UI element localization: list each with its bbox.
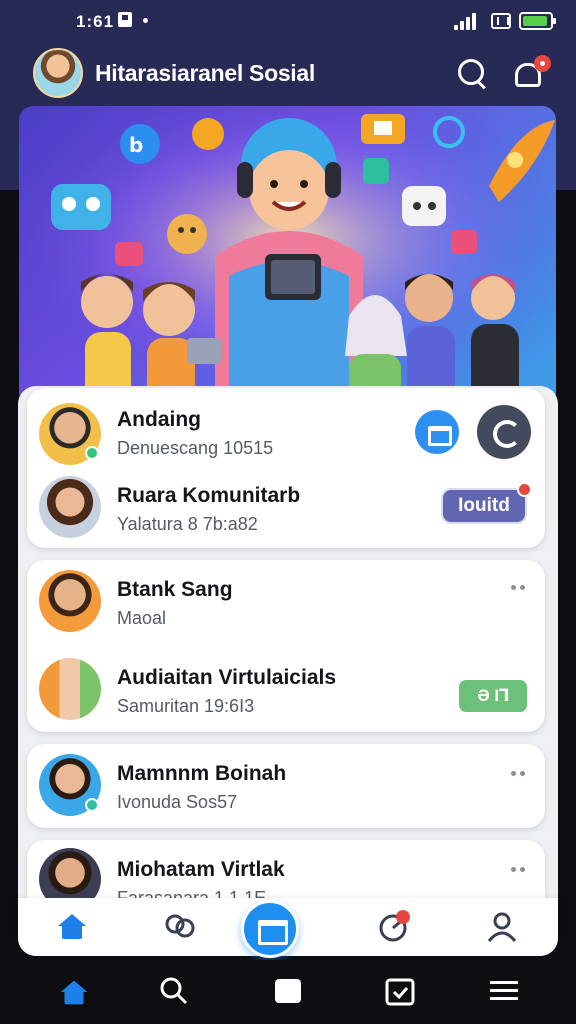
contact-name: Mamnnm Boinah — [117, 762, 287, 785]
nav-calendar-icon[interactable] — [384, 976, 416, 1006]
status-time: 1:61 — [76, 12, 115, 31]
gauge-icon[interactable] — [376, 910, 412, 944]
more-icon[interactable] — [509, 770, 529, 778]
more-icon[interactable] — [509, 584, 529, 592]
community-tag[interactable]: Ә I⅂ — [459, 680, 527, 712]
contact-name: Btank Sang — [117, 578, 233, 601]
bell-icon[interactable] — [511, 55, 551, 91]
list-card-group-1: Andaing Denuescang 10515 Ruara Komunitar… — [27, 388, 545, 548]
hero-illustration: b — [19, 106, 556, 406]
back-icon[interactable] — [477, 405, 531, 459]
list-item[interactable]: Miohatam Virtlak Farasanara 1 1 1E — [27, 844, 545, 898]
list-item[interactable]: Audiaitan Virtulaicials Samuritan 19:6I3… — [27, 654, 545, 734]
list-item[interactable]: Mamnnm Boinah Ivonuda Sos57 — [27, 746, 545, 826]
signal-icon — [454, 13, 480, 30]
search-icon[interactable] — [456, 57, 490, 91]
nfc-icon — [491, 13, 511, 29]
nav-menu-icon[interactable] — [488, 976, 520, 1006]
contact-subtitle: Yalatura 8 7b:a82 — [117, 514, 258, 534]
contact-subtitle: Farasanara 1 1 1E — [117, 888, 267, 898]
list-item[interactable]: Btank Sang Maoal — [27, 564, 545, 644]
bell-badge — [534, 55, 551, 72]
avatar — [39, 570, 101, 632]
list-card-group-3: Mamnnm Boinah Ivonuda Sos57 — [27, 744, 545, 828]
people-icon[interactable] — [162, 910, 198, 944]
profile-icon[interactable] — [484, 910, 520, 944]
sim-icon — [118, 12, 132, 27]
avatar — [39, 476, 101, 538]
home-icon[interactable] — [54, 910, 90, 944]
app-title: Hitarasiaranel Sosial — [95, 60, 315, 86]
list-card-group-2: Btank Sang Maoal Audiaitan Virtulaicials… — [27, 560, 545, 732]
nav-search-icon[interactable] — [158, 976, 190, 1006]
contact-name: Audiaitan Virtulaicials — [117, 666, 337, 689]
status-bar: 1:61 — [0, 0, 576, 40]
chat-icon[interactable] — [241, 900, 299, 958]
contact-name: Andaing — [117, 408, 201, 431]
battery-icon — [519, 12, 556, 30]
avatar — [39, 848, 101, 898]
contact-subtitle: Denuescang 10515 — [117, 438, 274, 458]
online-status-dot — [85, 798, 99, 812]
online-status-dot — [85, 446, 99, 460]
user-avatar[interactable] — [33, 48, 83, 98]
more-icon[interactable] — [509, 866, 529, 874]
list-item[interactable]: Ruara Komunitarb Yalatura 8 7b:a82 Iouit… — [27, 472, 545, 552]
svg-text:b: b — [129, 133, 143, 157]
contact-subtitle: Maoal — [117, 608, 167, 628]
nav-home-icon[interactable] — [56, 976, 88, 1006]
list-card-group-4: Miohatam Virtlak Farasanara 1 1 1E — [27, 840, 545, 898]
join-badge — [517, 482, 532, 497]
nav-square-icon[interactable] — [272, 976, 304, 1006]
avatar — [39, 658, 101, 720]
contact-subtitle: Samuritan 19:6I3 — [117, 696, 255, 716]
notification-dot-icon — [143, 18, 148, 23]
system-nav-bar — [0, 960, 576, 1024]
join-button[interactable]: Iouitd — [441, 488, 527, 524]
message-button[interactable] — [415, 410, 459, 454]
list-item[interactable]: Andaing Denuescang 10515 — [27, 394, 545, 474]
contact-name: Miohatam Virtlak — [117, 858, 285, 881]
hero-banner[interactable]: b — [19, 106, 556, 406]
contact-name: Ruara Komunitarb — [117, 484, 301, 507]
contact-subtitle: Ivonuda Sos57 — [117, 792, 238, 812]
